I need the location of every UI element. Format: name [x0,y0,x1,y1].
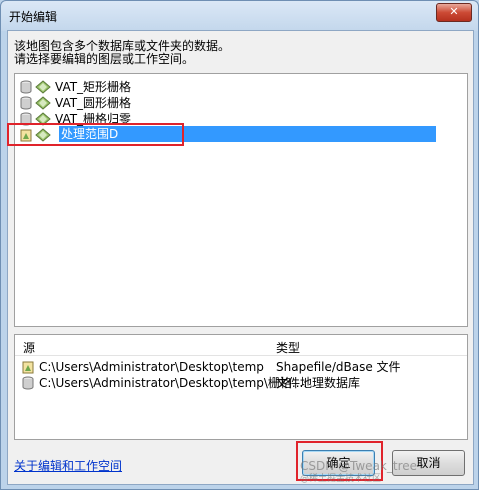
dialog-body: 该地图包含多个数据库或文件夹的数据。 请选择要编辑的图层或工作空间。 VAT_矩… [7,30,474,485]
about-editing-link[interactable]: 关于编辑和工作空间 [14,457,122,474]
watermark-subtext: @稀土掘金技术社区 [300,474,382,484]
source-cell: C:\Users\Administrator\Desktop\temp\栅格..… [39,376,308,390]
layer-tree[interactable]: VAT_矩形栅格 VAT_圆形栅格 VAT_栅格归零 处理范围D [14,73,468,327]
type-cell: 文件地理数据库 [276,376,361,390]
annotation-highlight-layer [7,123,184,146]
close-icon: ✕ [449,5,459,18]
shapefile-folder-icon [22,361,34,374]
raster-layer-icon [35,95,51,110]
watermark: CSDN @Tweak_tree @稀土掘金技术社区 [300,460,417,486]
description: 该地图包含多个数据库或文件夹的数据。 请选择要编辑的图层或工作空间。 [14,40,230,66]
database-icon [22,376,34,390]
layer-item[interactable]: VAT_矩形栅格 [19,78,133,94]
description-line-2: 请选择要编辑的图层或工作空间。 [14,52,195,66]
raster-layer-icon [35,79,51,94]
layer-label: VAT_圆形栅格 [55,95,132,110]
table-row[interactable]: C:\Users\Administrator\Desktop\temp Shap… [15,359,467,375]
column-type[interactable]: 类型 [276,339,300,356]
list-header: 源 类型 [15,335,467,356]
database-icon [20,80,32,94]
column-source[interactable]: 源 [23,339,35,356]
workspace-list[interactable]: 源 类型 C:\Users\Administrator\Desktop\temp… [14,334,468,440]
dialog-title: 开始编辑 [9,10,58,24]
dialog-window: 开始编辑 ✕ 该地图包含多个数据库或文件夹的数据。 请选择要编辑的图层或工作空间… [0,0,479,490]
database-icon [20,96,32,110]
table-row[interactable]: C:\Users\Administrator\Desktop\temp\栅格..… [15,375,467,391]
source-cell: C:\Users\Administrator\Desktop\temp [39,360,264,374]
layer-item[interactable]: VAT_圆形栅格 [19,94,133,110]
close-button[interactable]: ✕ [436,3,472,22]
watermark-text: CSDN @Tweak_tree [300,459,418,473]
type-cell: Shapefile/dBase 文件 [276,360,401,374]
layer-label: VAT_矩形栅格 [55,79,132,94]
